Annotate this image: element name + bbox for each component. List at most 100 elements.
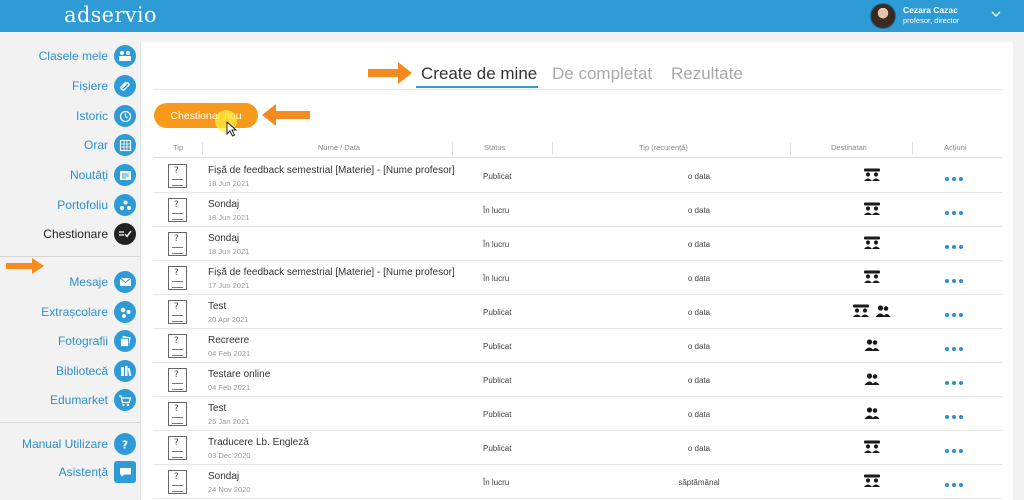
questionnaire-date: 18 Jun 2021 <box>208 247 250 256</box>
table-row[interactable]: Traducere Lb. Engleză 03 Dec 2020 Publicat… <box>153 431 1002 465</box>
more-actions-icon[interactable] <box>939 375 969 385</box>
table-row[interactable]: Test 25 Jan 2021 Publicat o data <box>153 397 1002 431</box>
column-separator <box>552 142 553 155</box>
table-row[interactable]: Recreere 04 Feb 2021 Publicat o data <box>153 329 1002 363</box>
more-actions-icon[interactable] <box>939 307 969 317</box>
more-actions-icon[interactable] <box>939 239 969 249</box>
users-icon <box>864 407 880 419</box>
status-text: Publicat <box>483 342 512 351</box>
questionnaire-name[interactable]: Fișă de feedback semestrial [Materie] - … <box>208 165 455 176</box>
new-questionnaire-button[interactable]: Chestionar nou <box>154 103 258 128</box>
sidebar: Clasele mele Fișiere Istoric Orar Noutăț… <box>0 32 140 500</box>
sidebar-item-label: Istoric <box>75 109 108 123</box>
questionnaire-date: 25 Jan 2021 <box>208 417 250 426</box>
recurrence-text: o data <box>687 444 711 453</box>
sidebar-item-istoric[interactable]: Istoric <box>0 104 136 128</box>
sidebar-item-label: Portofoliu <box>57 198 108 212</box>
user-avatar[interactable] <box>870 3 896 29</box>
divider <box>153 89 1002 90</box>
questionnaire-date: 17 Jun 2021 <box>208 281 250 290</box>
more-actions-icon[interactable] <box>939 341 969 351</box>
questionnaire-type-icon <box>168 164 187 188</box>
history-icon <box>114 105 136 127</box>
recipients <box>813 370 931 388</box>
questionnaire-name[interactable]: Test <box>208 301 226 312</box>
sidebar-item-manual[interactable]: Manual Utilizare ? <box>0 432 136 456</box>
users-icon <box>875 305 891 317</box>
recurrence-text: o data <box>687 172 711 181</box>
sidebar-item-edumarket[interactable]: Edumarket <box>0 388 136 412</box>
more-actions-icon[interactable] <box>939 171 969 181</box>
group-icon <box>864 270 880 283</box>
photos-icon <box>114 330 136 352</box>
questionnaire-name[interactable]: Sondaj <box>208 233 239 244</box>
sidebar-item-label: Extrașcolare <box>41 305 108 319</box>
questionnaire-name[interactable]: Recreere <box>208 335 249 346</box>
questionnaire-name[interactable]: Testare online <box>208 369 270 380</box>
sidebar-item-fotografii[interactable]: Fotografii <box>0 329 136 353</box>
recipients <box>813 234 931 252</box>
table-row[interactable]: Sondaj 18 Jun 2021 În lucru o data <box>153 227 1002 261</box>
more-actions-icon[interactable] <box>939 477 969 487</box>
status-text: În lucru <box>483 206 510 215</box>
questionnaire-name[interactable]: Sondaj <box>208 471 239 482</box>
more-actions-icon[interactable] <box>939 443 969 453</box>
more-actions-icon[interactable] <box>939 273 969 283</box>
table-row[interactable]: Sondaj 18 Jun 2021 În lucru o data <box>153 193 1002 227</box>
questionnaire-date: 20 Apr 2021 <box>208 315 249 324</box>
column-header: Tip <box>173 143 184 152</box>
status-text: Publicat <box>483 410 512 419</box>
sidebar-item-clasele[interactable]: Clasele mele <box>0 44 136 68</box>
recurrence-text: o data <box>687 410 711 419</box>
questionnaire-date: 18 Jun 2021 <box>208 179 250 188</box>
column-separator <box>452 142 453 155</box>
sidebar-item-biblioteca[interactable]: Bibliotecă <box>0 359 136 383</box>
questionnaire-type-icon <box>168 470 187 494</box>
table-row[interactable]: Sondaj 24 Nov 2020 În lucru săptămânal <box>153 465 1002 499</box>
column-header: Nume / Data <box>318 143 361 152</box>
sidebar-item-label: Asistență <box>58 465 108 479</box>
sidebar-item-label: Edumarket <box>49 393 108 407</box>
column-separator <box>912 142 913 155</box>
tab-de-completat[interactable]: De completat <box>552 64 652 84</box>
table-row[interactable]: Test 20 Apr 2021 Publicat o data <box>153 295 1002 329</box>
sidebar-item-noutati[interactable]: Noutăți <box>0 163 136 187</box>
sidebar-item-orar[interactable]: Orar <box>0 133 136 157</box>
questionnaire-type-icon <box>168 300 187 324</box>
table-row[interactable]: Fișă de feedback semestrial [Materie] - … <box>153 159 1002 193</box>
tab-create-de-mine[interactable]: Create de mine <box>421 64 537 84</box>
tab-rezultate[interactable]: Rezultate <box>671 64 743 84</box>
sidebar-item-mesaje[interactable]: Mesaje <box>0 270 136 294</box>
recipients <box>813 200 931 218</box>
library-icon <box>114 360 136 382</box>
status-text: Publicat <box>483 308 512 317</box>
questionnaire-name[interactable]: Test <box>208 403 226 414</box>
table-row[interactable]: Fișă de feedback semestrial [Materie] - … <box>153 261 1002 295</box>
more-actions-icon[interactable] <box>939 205 969 215</box>
questionnaire-name[interactable]: Traducere Lb. Engleză <box>208 437 309 448</box>
questionnaire-name[interactable]: Sondaj <box>208 199 239 210</box>
recurrence-text: o data <box>687 206 711 215</box>
calendar-icon <box>114 134 136 156</box>
questionnaire-type-icon <box>168 402 187 426</box>
questionnaire-name[interactable]: Fișă de feedback semestrial [Materie] - … <box>208 267 455 278</box>
sidebar-item-label: Fișiere <box>71 79 108 93</box>
sidebar-item-extrascolare[interactable]: Extrașcolare <box>0 300 136 324</box>
questionnaire-date: 24 Nov 2020 <box>208 485 251 494</box>
more-actions-icon[interactable] <box>939 409 969 419</box>
questionnaire-type-icon <box>168 266 187 290</box>
envelope-icon <box>114 271 136 293</box>
questionnaire-type-icon <box>168 368 187 392</box>
app-logo[interactable]: adservio <box>64 3 157 27</box>
sidebar-item-fisiere[interactable]: Fișiere <box>0 74 136 98</box>
sidebar-item-asistenta[interactable]: Asistență <box>0 460 136 484</box>
table-row[interactable]: Testare online 04 Feb 2021 Publicat o data <box>153 363 1002 397</box>
recurrence-text: o data <box>687 274 711 283</box>
chevron-down-icon[interactable] <box>990 8 1002 20</box>
sidebar-item-label: Chestionare <box>43 227 108 241</box>
questionnaire-type-icon <box>168 198 187 222</box>
sidebar-item-chestionare[interactable]: Chestionare <box>0 222 136 246</box>
sidebar-item-portofoliu[interactable]: Portofoliu <box>0 193 136 217</box>
paperclip-icon <box>114 75 136 97</box>
divider <box>153 157 1002 158</box>
